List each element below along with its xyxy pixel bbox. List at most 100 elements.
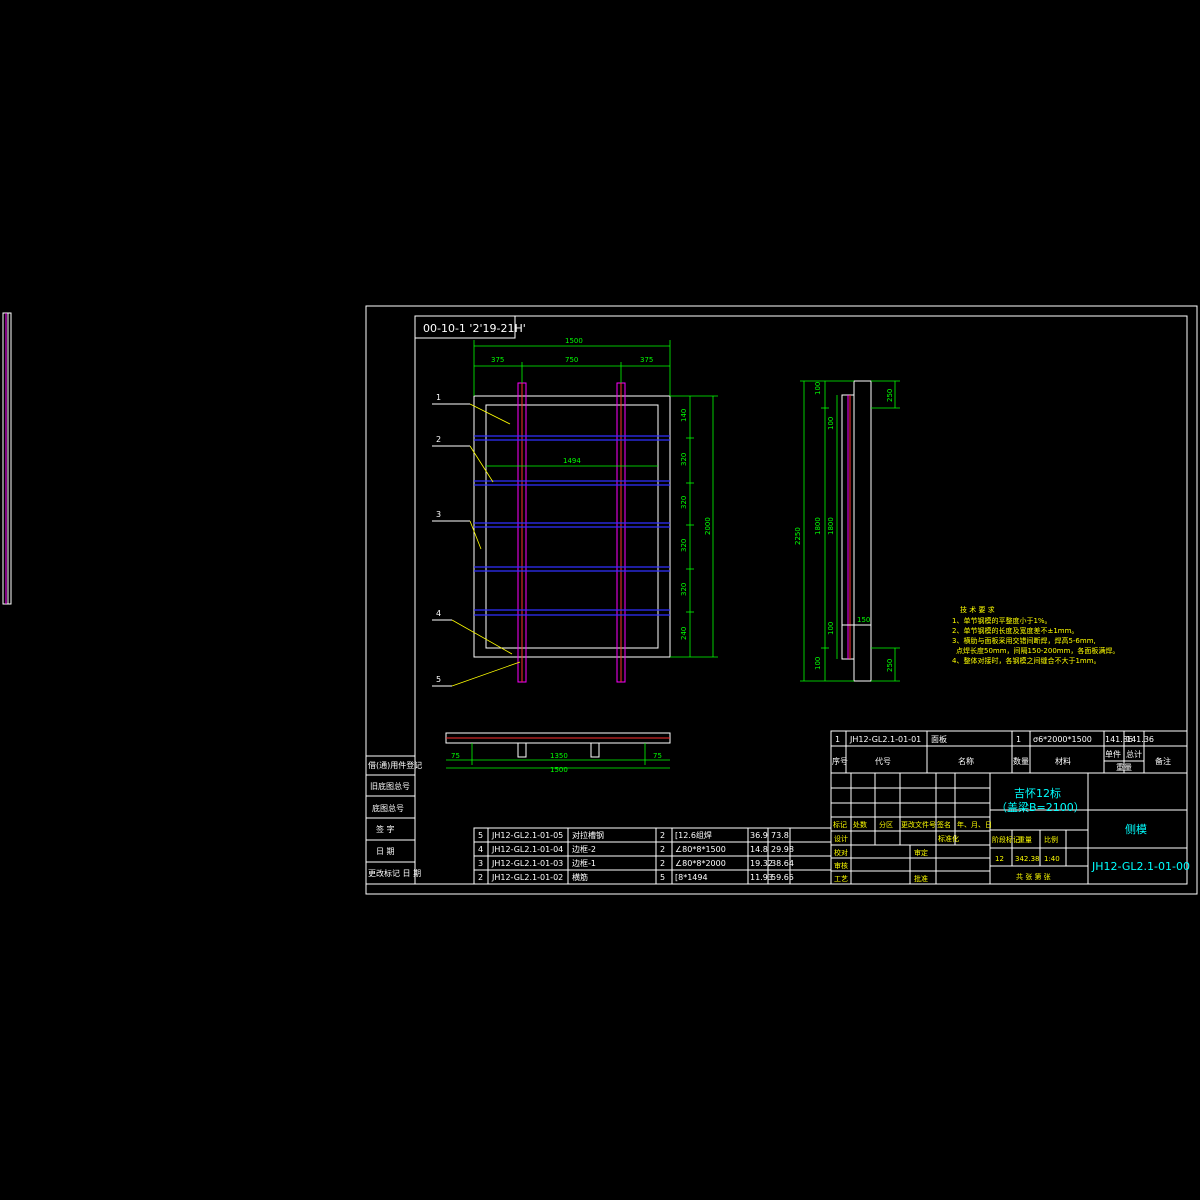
stamp-row-5: 日 期 [376, 847, 395, 856]
parts-row-3: 3 JH12-GL2.1-01-03 边框-1 2 ∠80*8*2000 19.… [478, 858, 794, 868]
tech-item-5: 4、整体对接时，各钢模之间缝合不大于1mm。 [952, 656, 1101, 665]
cad-text: 2 [660, 845, 665, 854]
parts-row-4: 4 JH12-GL2.1-01-04 边框-2 2 ∠80*8*1500 14.… [478, 844, 794, 854]
cad-text: 边框-2 [572, 844, 596, 854]
callout-5: 5 [436, 675, 441, 684]
cad-text: 面板 [931, 734, 947, 744]
stamp-row-3: 底图总号 [372, 803, 404, 813]
callout-1: 1 [436, 393, 441, 402]
cad-text: 序号 [832, 756, 848, 766]
tech-title: 技 术 要 求 [960, 605, 995, 614]
cad-text: JH12-GL2.1-01-04 [491, 845, 563, 854]
cad-text: 总计 [1126, 749, 1142, 759]
revision-header: 标记 处数 分区 更改文件号 签名 年、月、日 [833, 820, 992, 829]
cad-text: 73.8 [771, 831, 789, 840]
cad-text: [12.6组焊 [675, 830, 712, 840]
cad-text: 单件 [1105, 749, 1121, 759]
title-box: 00-10-1 '2'19-21H' [414, 315, 526, 339]
front-view: 1500 375 750 375 1494 140 320 320 320 32… [432, 337, 718, 687]
parts-row-5: 5 JH12-GL2.1-01-05 对拉槽钢 2 [12.6组焊 36.9 7… [478, 830, 789, 840]
cad-text: 1 [835, 735, 840, 744]
plan-dim-right: 75 [653, 752, 662, 760]
cad-text: 标记 [833, 820, 847, 829]
cad-text: 标准化 [938, 834, 959, 843]
cad-text: 审核 [834, 861, 848, 870]
callout-4: 4 [436, 609, 441, 618]
cad-text: σ6*2000*1500 [1033, 735, 1092, 744]
cad-text: 5 [478, 831, 483, 840]
cad-text: 代号 [875, 756, 891, 766]
cad-text: 29.98 [771, 845, 794, 854]
cad-text: JH12-GL2.1-01-02 [491, 873, 563, 882]
stamp-row-4: 签 字 [376, 824, 395, 834]
dim-right-4: 320 [680, 583, 688, 596]
cad-text: 重量 [1018, 836, 1032, 844]
cad-text: 重量 [1116, 762, 1132, 772]
inner-frame [414, 315, 1188, 885]
cad-text: 批准 [914, 874, 928, 883]
tech-item-3: 3、横肋与面板采用交错间断焊，焊高5-6mm, [952, 636, 1096, 645]
cad-text: 边框-1 [572, 858, 596, 868]
cad-text: 2 [478, 873, 483, 882]
cad-text: 数量 [1013, 756, 1029, 766]
cad-text: 材料 [1055, 756, 1071, 766]
cad-text: 处数 [853, 820, 867, 829]
cad-text: 14.8 [750, 845, 768, 854]
stamp-row-2: 旧底图总号 [370, 781, 410, 791]
project-subtitle: （盖梁B=2100） [996, 800, 1085, 814]
parts-row-1: 1 JH12-GL2.1-01-01 面板 1 σ6*2000*1500 141… [835, 734, 1154, 744]
cad-text: JH12-GL2.1-01-03 [491, 859, 563, 868]
scale-value: 1:40 [1044, 855, 1060, 863]
part-name: 侧模 [1125, 823, 1147, 836]
stamp-row-6: 更改标记 日 期 [368, 868, 421, 878]
dim-right-375: 375 [640, 356, 653, 364]
cad-text: 签名 [937, 820, 951, 829]
side-inner-bottom: 100 [827, 622, 835, 635]
drawing-number: JH12-GL2.1-01-00 [1091, 860, 1190, 873]
side-dim-mid: 1800 [814, 517, 822, 535]
cad-text: 更改文件号 [901, 820, 936, 829]
callout-3: 3 [436, 510, 441, 519]
cad-text: 名称 [958, 756, 974, 766]
side-dim-bottom: 100 [814, 657, 822, 670]
cad-text: JH12-GL2.1-01-05 [491, 831, 563, 840]
side-dim-total: 2250 [794, 527, 802, 545]
tech-requirements: 技 术 要 求 1、单节钢模的平整度小于1%。 2、单节钢模的长度及宽度差不±1… [952, 605, 1119, 665]
dim-right-1: 320 [680, 453, 688, 466]
tech-item-4: 点焊长度50mm，间隔150-200mm，各面板满焊。 [956, 646, 1119, 655]
cad-text: 59.65 [771, 873, 794, 882]
cad-text: 19.32 [750, 859, 773, 868]
plan-dim-mid: 1350 [550, 752, 568, 760]
side-dim-extra: 150 [857, 616, 870, 624]
cad-text: 比例 [1044, 835, 1058, 844]
side-dim-top: 100 [814, 382, 822, 395]
dim-height: 2000 [704, 517, 712, 535]
cad-text: 阶段标记 [992, 835, 1020, 844]
callout-2: 2 [436, 435, 441, 444]
side-dim-right-bottom: 250 [886, 659, 894, 672]
cad-text: 1 [1016, 735, 1021, 744]
sheet-info: 共 张 第 张 [1016, 872, 1051, 881]
dim-overall-width: 1500 [565, 337, 583, 345]
cad-text: ∠80*8*2000 [675, 859, 726, 868]
cad-text: 2 [660, 859, 665, 868]
side-inner-top: 100 [827, 417, 835, 430]
cad-text: 38.64 [771, 859, 794, 868]
cad-text: JH12-GL2.1-01-01 [849, 735, 921, 744]
tech-item-1: 1、单节钢模的平整度小于1%。 [952, 616, 1052, 625]
title-box-text: 00-10-1 '2'19-21H' [423, 322, 526, 335]
cad-text: 横筋 [572, 872, 588, 882]
weight-value: 342.38 [1015, 855, 1040, 863]
cad-text: 设计 [834, 834, 848, 843]
cad-drawing: 00-10-1 '2'19-21H' 1500 375 750 375 1494 [2, 305, 1198, 895]
side-dim-right-top: 250 [886, 389, 894, 402]
cad-text: ∠80*8*1500 [675, 845, 726, 854]
plan-view: 75 75 1350 1500 [445, 732, 671, 774]
dim-left-375: 375 [491, 356, 504, 364]
dim-right-2: 320 [680, 496, 688, 509]
cad-text: 工艺 [834, 875, 848, 883]
side-view: 100 1800 100 2250 100 1800 100 250 250 1… [794, 380, 900, 682]
cad-text: [8*1494 [675, 873, 708, 882]
qty-value: 12 [995, 855, 1004, 863]
tech-item-2: 2、单节钢模的长度及宽度差不±1mm。 [952, 626, 1078, 635]
